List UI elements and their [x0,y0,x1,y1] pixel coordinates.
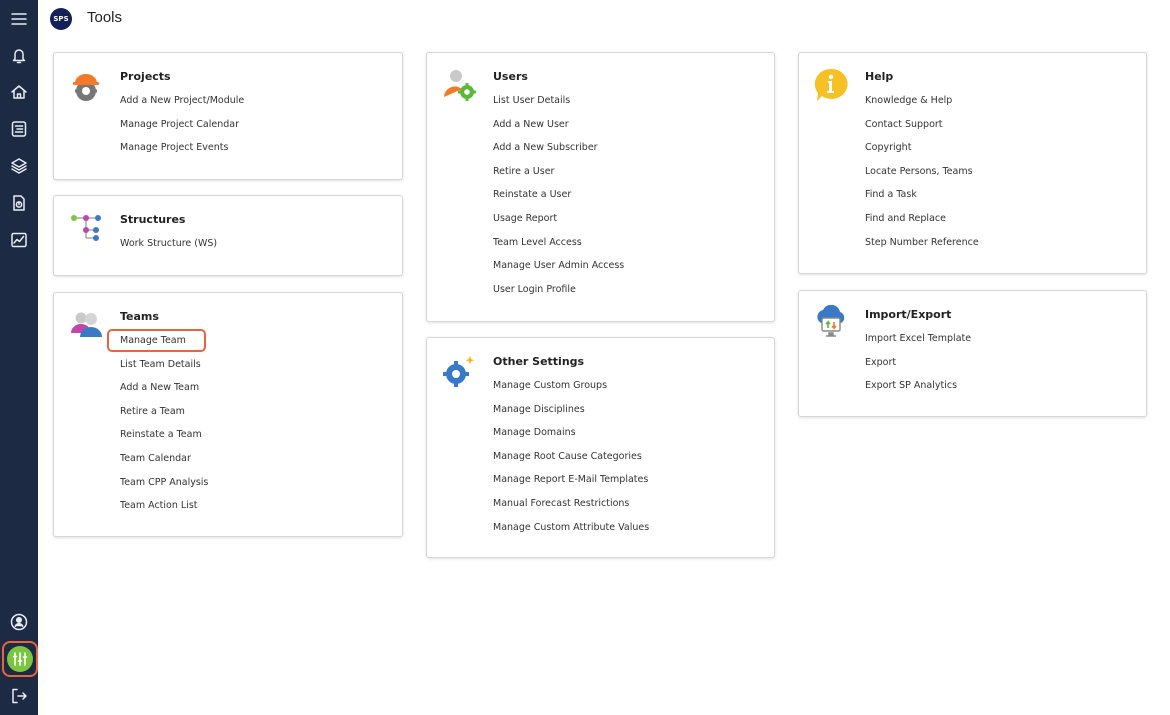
user-gear-icon [441,67,477,103]
help-links: Knowledge & Help Contact Support Copyrig… [865,92,979,257]
projects-title: Projects [120,70,171,83]
hardhat-gear-icon [68,67,104,103]
link-reinstate-user[interactable]: Reinstate a User [493,186,624,210]
link-retire-team[interactable]: Retire a Team [120,403,208,427]
other-settings-card: Other Settings Manage Custom Groups Mana… [426,337,775,558]
link-knowledge-help[interactable]: Knowledge & Help [865,92,979,116]
link-list-team-details[interactable]: List Team Details [120,356,208,380]
import-export-links: Import Excel Template Export Export SP A… [865,330,971,401]
link-team-cpp-analysis[interactable]: Team CPP Analysis [120,474,208,498]
link-manage-custom-attribute-values[interactable]: Manage Custom Attribute Values [493,519,649,543]
app-logo: SPS [50,8,72,30]
link-manage-user-admin-access[interactable]: Manage User Admin Access [493,257,624,281]
help-card: Help Knowledge & Help Contact Support Co… [798,52,1147,274]
teams-links: Manage Team List Team Details Add a New … [107,329,208,521]
import-export-title: Import/Export [865,308,952,321]
user-profile-icon[interactable] [8,611,30,633]
link-contact-support[interactable]: Contact Support [865,116,979,140]
cloud-monitor-icon [813,304,849,341]
menu-icon[interactable] [8,8,30,30]
link-copyright[interactable]: Copyright [865,139,979,163]
other-settings-title: Other Settings [493,355,585,368]
link-manual-forecast-restrictions[interactable]: Manual Forecast Restrictions [493,495,649,519]
sidebar [0,0,38,715]
structures-title: Structures [120,213,186,226]
help-title: Help [865,70,894,83]
link-add-new-subscriber[interactable]: Add a New Subscriber [493,139,624,163]
link-retire-user[interactable]: Retire a User [493,163,624,187]
link-list-user-details[interactable]: List User Details [493,92,624,116]
tools-sliders-icon [7,646,33,672]
structures-links: Work Structure (WS) [120,235,217,259]
layers-icon[interactable] [8,155,30,177]
import-export-card: Import/Export Import Excel Template Expo… [798,290,1147,417]
team-people-icon [68,307,104,343]
logout-icon[interactable] [8,685,30,707]
report-icon[interactable] [8,192,30,214]
link-team-level-access[interactable]: Team Level Access [493,234,624,258]
link-add-new-project[interactable]: Add a New Project/Module [120,92,244,116]
link-manage-project-calendar[interactable]: Manage Project Calendar [120,116,244,140]
link-reinstate-team[interactable]: Reinstate a Team [120,426,208,450]
page-title: Tools [87,9,123,26]
link-manage-custom-groups[interactable]: Manage Custom Groups [493,377,649,401]
link-manage-project-events[interactable]: Manage Project Events [120,139,244,163]
link-manage-root-cause-categories[interactable]: Manage Root Cause Categories [493,448,649,472]
link-work-structure[interactable]: Work Structure (WS) [120,235,217,259]
link-locate-persons-teams[interactable]: Locate Persons, Teams [865,163,979,187]
link-add-new-user[interactable]: Add a New User [493,116,624,140]
tree-structure-icon [68,210,104,246]
teams-card: Teams Manage Team List Team Details Add … [53,292,403,537]
home-icon[interactable] [8,81,30,103]
analytics-chart-icon[interactable] [8,229,30,251]
link-manage-domains[interactable]: Manage Domains [493,424,649,448]
link-manage-disciplines[interactable]: Manage Disciplines [493,401,649,425]
link-team-action-list[interactable]: Team Action List [120,497,208,521]
link-export[interactable]: Export [865,354,971,378]
link-step-number-reference[interactable]: Step Number Reference [865,234,979,258]
projects-links: Add a New Project/Module Manage Project … [120,92,244,163]
info-bubble-icon [813,67,849,103]
bell-icon[interactable] [8,44,30,66]
link-team-calendar[interactable]: Team Calendar [120,450,208,474]
settings-gear-icon [441,352,477,388]
document-list-icon[interactable] [8,118,30,140]
link-user-login-profile[interactable]: User Login Profile [493,281,624,305]
link-import-excel-template[interactable]: Import Excel Template [865,330,971,354]
link-usage-report[interactable]: Usage Report [493,210,624,234]
projects-card: Projects Add a New Project/Module Manage… [53,52,403,180]
link-add-new-team[interactable]: Add a New Team [120,379,208,403]
other-settings-links: Manage Custom Groups Manage Disciplines … [493,377,649,542]
link-manage-report-email-templates[interactable]: Manage Report E-Mail Templates [493,471,649,495]
structures-card: Structures Work Structure (WS) [53,195,403,276]
teams-title: Teams [120,310,159,323]
link-find-task[interactable]: Find a Task [865,186,979,210]
link-find-replace[interactable]: Find and Replace [865,210,979,234]
manage-team-highlight[interactable]: Manage Team [107,329,206,352]
link-export-sp-analytics[interactable]: Export SP Analytics [865,377,971,401]
users-title: Users [493,70,528,83]
users-links: List User Details Add a New User Add a N… [493,92,624,304]
users-card: Users List User Details Add a New User A… [426,52,775,322]
tools-nav-button[interactable] [2,641,38,677]
link-manage-team[interactable]: Manage Team [107,329,208,356]
